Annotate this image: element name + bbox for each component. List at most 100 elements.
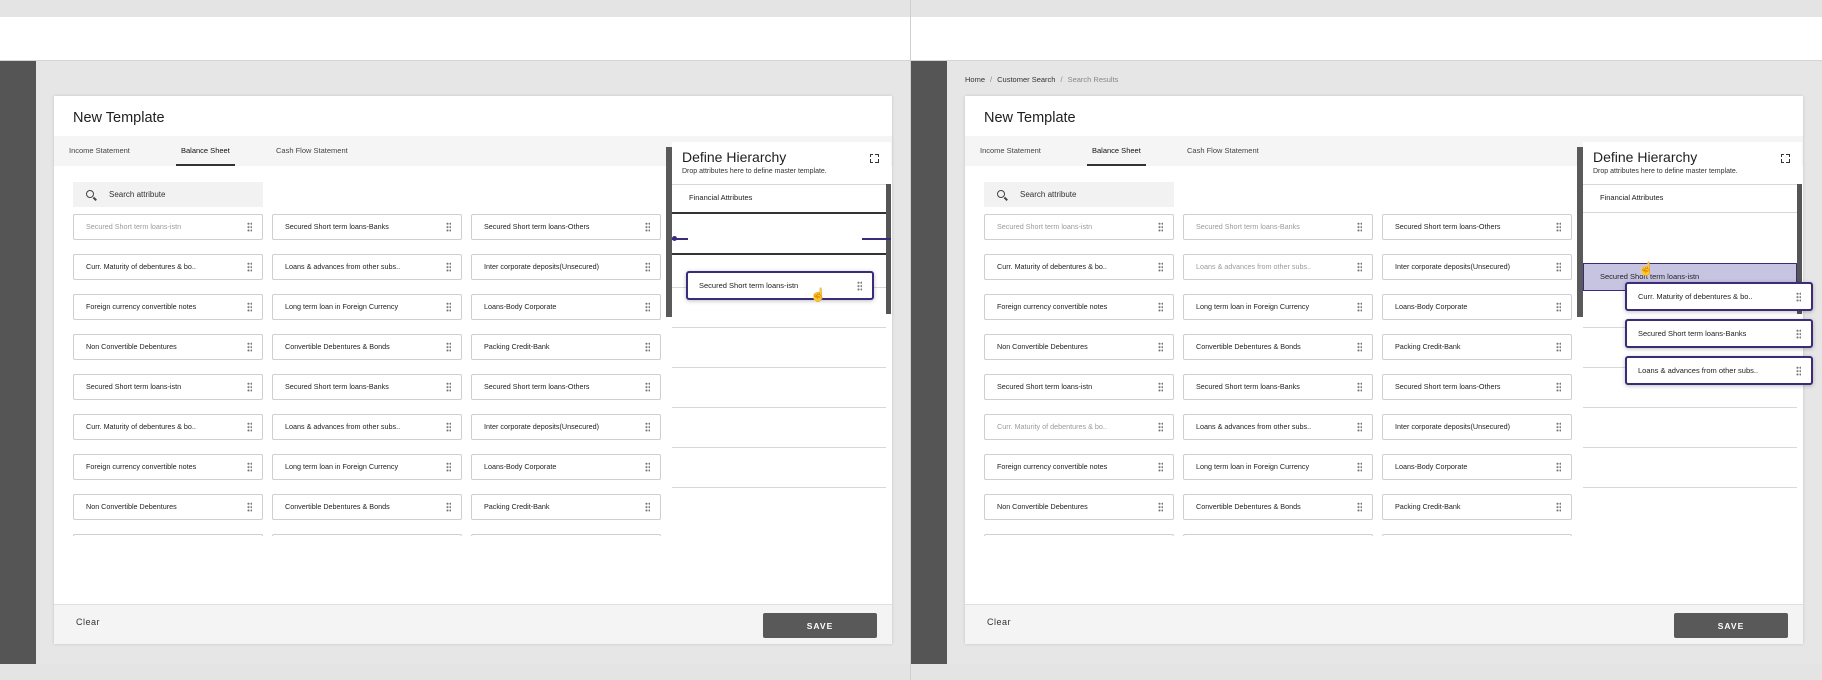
drag-handle-icon[interactable] <box>247 462 252 472</box>
drag-handle-icon[interactable] <box>645 462 650 472</box>
save-button[interactable]: SAVE <box>1674 613 1788 638</box>
drag-handle-icon[interactable] <box>1796 329 1801 339</box>
drag-handle-icon[interactable] <box>1357 222 1362 232</box>
attribute-chip[interactable]: Packing Credit-Bank <box>471 494 661 520</box>
drag-handle-icon[interactable] <box>1357 302 1362 312</box>
tab-balance-sheet[interactable]: Balance Sheet <box>176 136 235 166</box>
attribute-chip[interactable]: Curr. Maturity of debentures & bo.. <box>984 414 1174 440</box>
attribute-chip[interactable]: Convertible Debentures & Bonds <box>1183 494 1373 520</box>
attribute-chip[interactable]: Loans & advances from other subs.. <box>272 254 462 280</box>
attribute-chip[interactable]: Packing Credit-Bank <box>1382 334 1572 360</box>
drag-handle-icon[interactable] <box>1556 382 1561 392</box>
attribute-chip[interactable]: Curr. Maturity of debentures & bo.. <box>73 414 263 440</box>
attribute-chip[interactable]: Secured Short term loans-Banks <box>1183 534 1373 536</box>
attribute-chip[interactable]: Loans & advances from other subs.. <box>1183 414 1373 440</box>
attribute-chip[interactable]: Foreign currency convertible notes <box>984 294 1174 320</box>
attribute-chip[interactable]: Secured Short term loans-istn <box>73 214 263 240</box>
tab-cash-flow-statement[interactable]: Cash Flow Statement <box>1187 136 1259 166</box>
drag-handle-icon[interactable] <box>446 342 451 352</box>
attribute-chip[interactable]: Secured Short term loans-Banks <box>272 534 462 536</box>
clear-button[interactable]: Clear <box>987 617 1011 627</box>
drag-handle-icon[interactable] <box>1158 422 1163 432</box>
drag-handle-icon[interactable] <box>1556 302 1561 312</box>
search-input[interactable] <box>1020 182 1170 207</box>
attribute-chip[interactable]: Secured Short term loans-Banks <box>1183 214 1373 240</box>
drag-handle-icon[interactable] <box>247 382 252 392</box>
tab-cash-flow-statement[interactable]: Cash Flow Statement <box>276 136 348 166</box>
attribute-chip[interactable]: Foreign currency convertible notes <box>73 454 263 480</box>
attribute-chip[interactable]: Convertible Debentures & Bonds <box>272 494 462 520</box>
drag-handle-icon[interactable] <box>1796 292 1801 302</box>
drag-handle-icon[interactable] <box>1556 222 1561 232</box>
drag-handle-icon[interactable] <box>1158 382 1163 392</box>
hierarchy-scrollbar-thumb[interactable] <box>886 184 891 314</box>
drag-handle-icon[interactable] <box>247 422 252 432</box>
search-input[interactable] <box>109 182 259 207</box>
tab-balance-sheet[interactable]: Balance Sheet <box>1087 136 1146 166</box>
drag-handle-icon[interactable] <box>1158 502 1163 512</box>
attribute-chip[interactable]: Secured Short term loans-Others <box>471 214 661 240</box>
search-box[interactable] <box>73 182 263 207</box>
attribute-chip[interactable]: Long term loan in Foreign Currency <box>1183 454 1373 480</box>
drag-handle-icon[interactable] <box>1556 262 1561 272</box>
attribute-chip[interactable]: Secured Short term loans-Others <box>471 534 661 536</box>
attribute-chip[interactable]: Long term loan in Foreign Currency <box>272 294 462 320</box>
dragging-attribute[interactable]: Curr. Maturity of debentures & bo.. <box>1625 282 1813 311</box>
drag-handle-icon[interactable] <box>1357 462 1362 472</box>
attribute-chip[interactable]: Non Convertible Debentures <box>984 334 1174 360</box>
drag-handle-icon[interactable] <box>247 262 252 272</box>
dragging-attribute[interactable]: Secured Short term loans-istn <box>686 271 874 300</box>
attribute-chip[interactable]: Secured Short term loans-Others <box>1382 374 1572 400</box>
attribute-chip[interactable]: Loans & advances from other subs.. <box>1183 254 1373 280</box>
drag-handle-icon[interactable] <box>247 302 252 312</box>
drag-handle-icon[interactable] <box>645 342 650 352</box>
attribute-chip[interactable]: Loans-Body Corporate <box>471 454 661 480</box>
save-button[interactable]: SAVE <box>763 613 877 638</box>
drag-handle-icon[interactable] <box>1357 342 1362 352</box>
attribute-chip[interactable]: Curr. Maturity of debentures & bo.. <box>73 254 263 280</box>
drag-handle-icon[interactable] <box>1357 382 1362 392</box>
dragging-attribute[interactable]: Secured Short term loans-Banks <box>1625 319 1813 348</box>
drag-handle-icon[interactable] <box>645 382 650 392</box>
drag-handle-icon[interactable] <box>247 222 252 232</box>
dragging-attribute[interactable]: Loans & advances from other subs.. <box>1625 356 1813 385</box>
drag-handle-icon[interactable] <box>446 302 451 312</box>
drag-handle-icon[interactable] <box>645 222 650 232</box>
attribute-chip[interactable]: Secured Short term loans-Banks <box>1183 374 1373 400</box>
attribute-chip[interactable]: Loans-Body Corporate <box>1382 454 1572 480</box>
drag-handle-icon[interactable] <box>645 502 650 512</box>
expand-icon[interactable] <box>1780 153 1790 163</box>
attribute-chip[interactable]: Loans-Body Corporate <box>471 294 661 320</box>
attribute-chip[interactable]: Convertible Debentures & Bonds <box>272 334 462 360</box>
drag-handle-icon[interactable] <box>1796 366 1801 376</box>
drag-handle-icon[interactable] <box>1357 422 1362 432</box>
attribute-chip[interactable]: Secured Short term loans-Others <box>1382 534 1572 536</box>
tab-income-statement[interactable]: Income Statement <box>980 136 1041 166</box>
drag-handle-icon[interactable] <box>1556 462 1561 472</box>
attribute-chip[interactable]: Non Convertible Debentures <box>73 494 263 520</box>
drag-handle-icon[interactable] <box>1357 262 1362 272</box>
attribute-chip[interactable]: Packing Credit-Bank <box>471 334 661 360</box>
drag-handle-icon[interactable] <box>1158 342 1163 352</box>
attribute-chip[interactable]: Foreign currency convertible notes <box>73 294 263 320</box>
drag-handle-icon[interactable] <box>446 462 451 472</box>
expand-icon[interactable] <box>869 153 879 163</box>
drag-handle-icon[interactable] <box>1158 462 1163 472</box>
attribute-chip[interactable]: Secured Short term loans-Banks <box>272 374 462 400</box>
breadcrumb-customer-search[interactable]: Customer Search <box>997 75 1055 84</box>
drag-handle-icon[interactable] <box>1158 222 1163 232</box>
attribute-chip[interactable]: Non Convertible Debentures <box>73 334 263 360</box>
drag-handle-icon[interactable] <box>446 382 451 392</box>
attribute-chip[interactable]: Secured Short term loans-Banks <box>272 214 462 240</box>
attribute-chip[interactable]: Secured Short term loans-Others <box>471 374 661 400</box>
search-box[interactable] <box>984 182 1174 207</box>
drag-handle-icon[interactable] <box>1556 422 1561 432</box>
drag-handle-icon[interactable] <box>1158 262 1163 272</box>
attribute-chip[interactable]: Packing Credit-Bank <box>1382 494 1572 520</box>
attribute-chip[interactable]: Secured Short term loans-istn <box>73 374 263 400</box>
attribute-chip[interactable]: Curr. Maturity of debentures & bo.. <box>984 254 1174 280</box>
attribute-chip[interactable]: Loans-Body Corporate <box>1382 294 1572 320</box>
drag-handle-icon[interactable] <box>1357 502 1362 512</box>
drag-handle-icon[interactable] <box>446 502 451 512</box>
drag-handle-icon[interactable] <box>1556 342 1561 352</box>
